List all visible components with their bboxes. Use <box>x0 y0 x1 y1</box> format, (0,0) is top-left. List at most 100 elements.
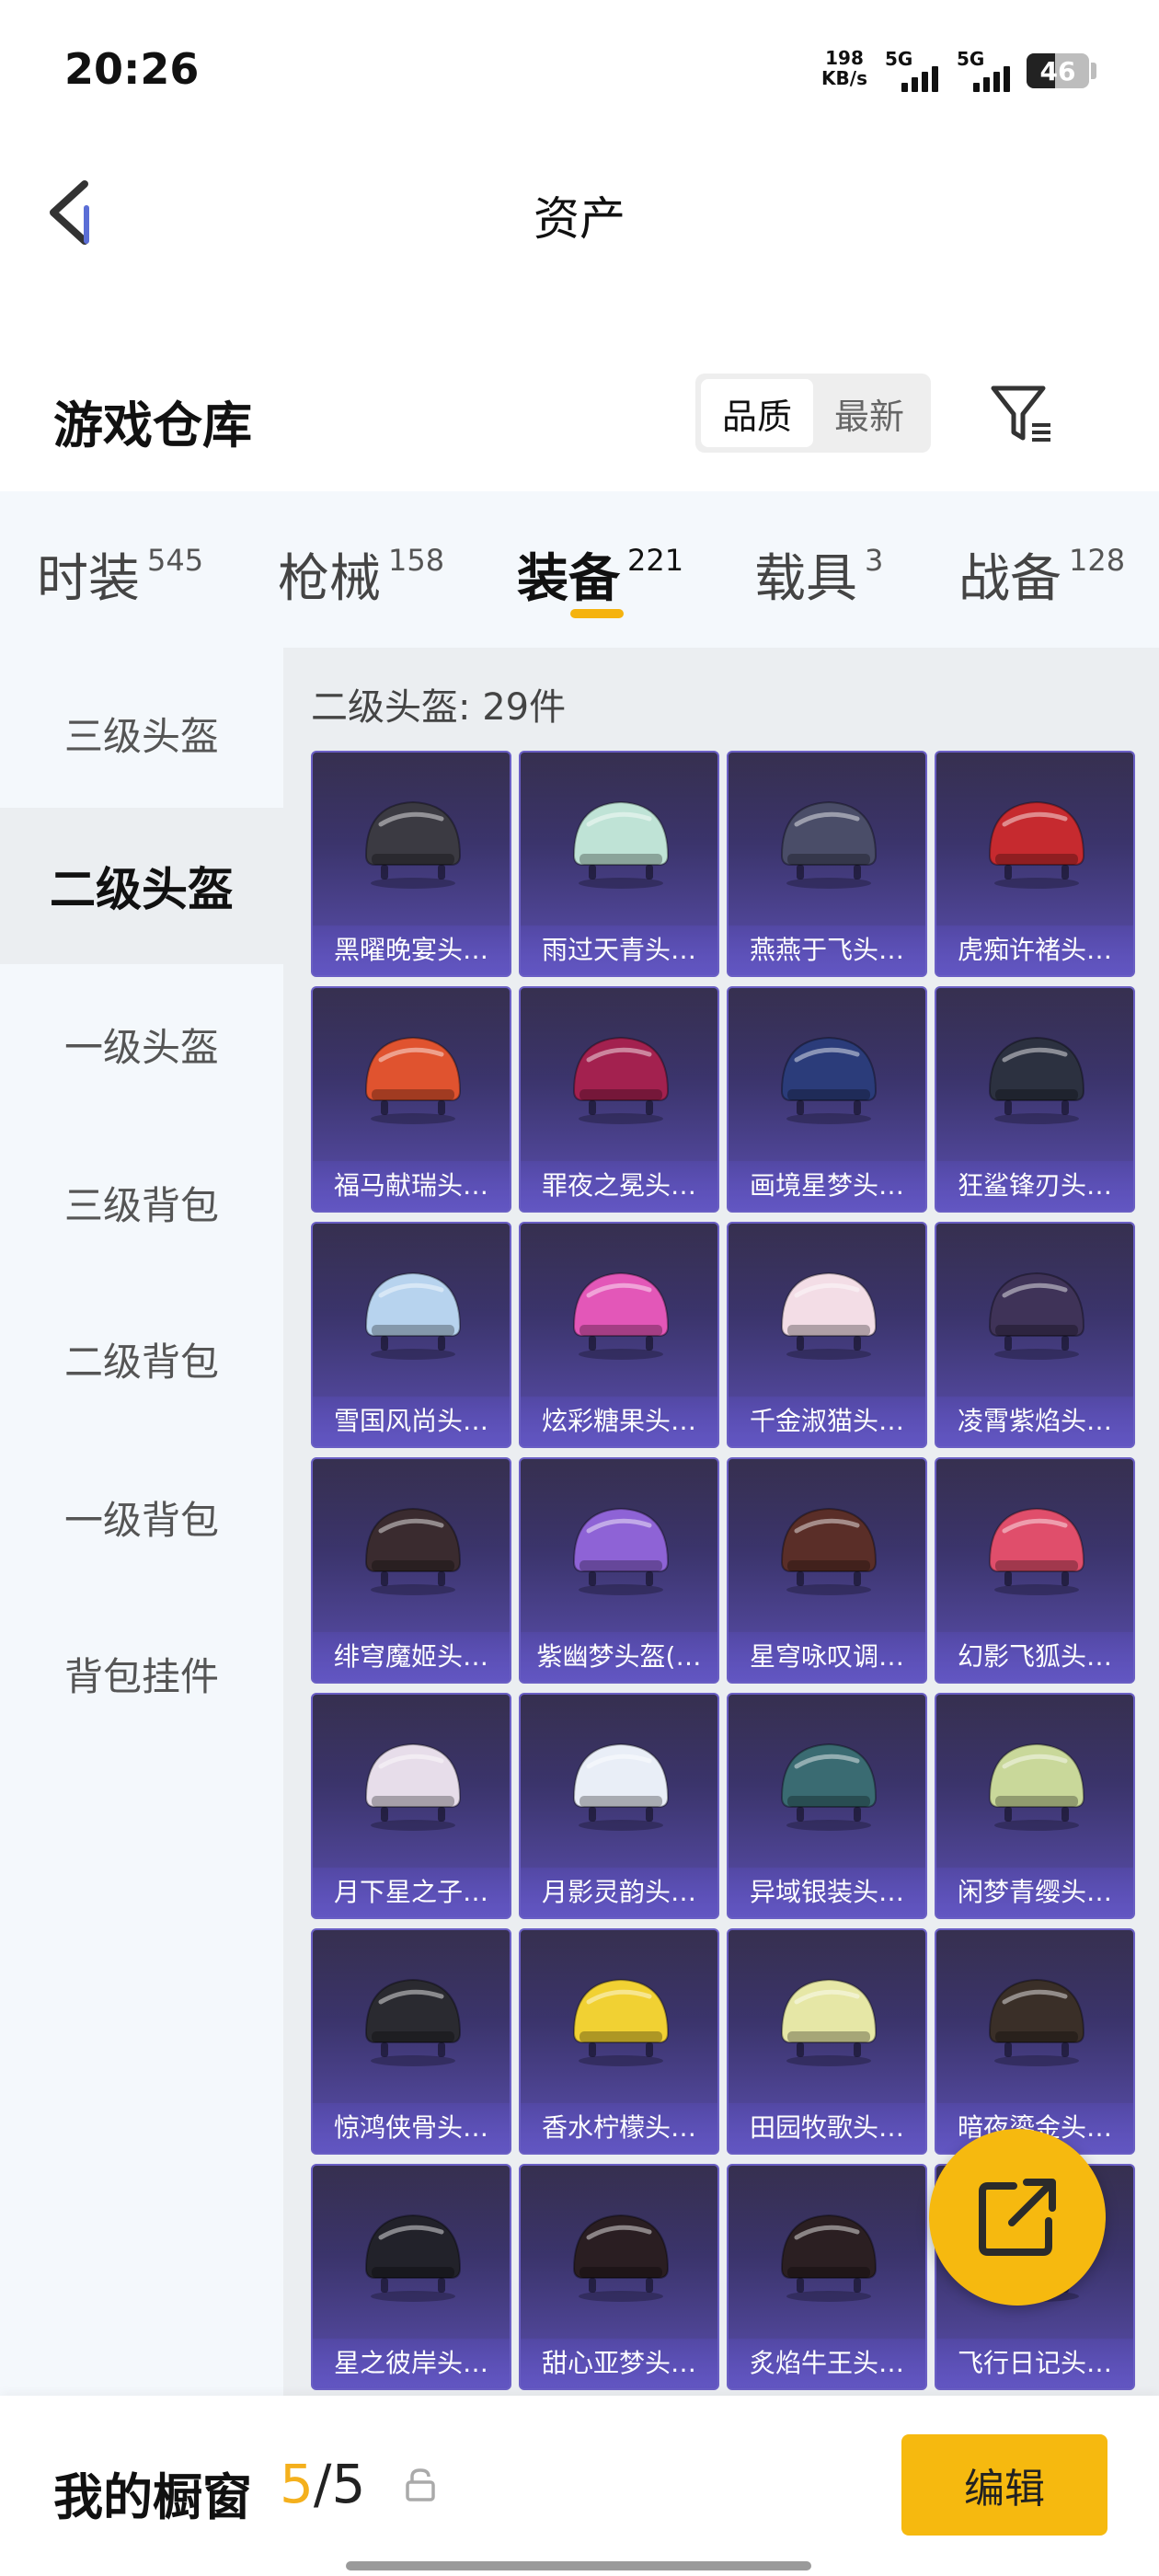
tab-count: 128 <box>1069 543 1126 578</box>
helmet-item-card[interactable]: 甜心亚梦头… <box>519 2164 719 2390</box>
helmet-icon <box>364 1978 462 2066</box>
helmet-icon <box>780 1742 878 1831</box>
sort-option-quality[interactable]: 品质 <box>701 379 813 447</box>
filter-button[interactable] <box>984 377 1058 451</box>
tab-weapons[interactable]: 枪械 158 <box>278 537 444 612</box>
item-name: 炫彩糖果头… <box>521 1397 717 1446</box>
filter-icon <box>991 385 1050 442</box>
tab-label: 枪械 <box>278 549 381 609</box>
item-name: 甜心亚梦头… <box>521 2339 717 2388</box>
helmet-item-card[interactable]: 绯穹魔姬头… <box>311 1457 511 1684</box>
item-name: 雪国风尚头… <box>313 1397 510 1446</box>
helmet-item-card[interactable]: 虎痴许褚头… <box>935 751 1135 977</box>
home-indicator <box>346 2561 811 2570</box>
tab-equipment[interactable]: 装备 221 <box>517 537 683 612</box>
sort-toggle: 品质 最新 <box>695 374 931 453</box>
tab-count: 545 <box>147 543 204 578</box>
helmet-icon <box>364 1036 462 1124</box>
network-speed-unit: KB/s <box>821 67 867 89</box>
sidebar-item-lv3-helmet[interactable]: 三级头盔 <box>0 655 283 811</box>
sidebar-item-backpack-charm[interactable]: 背包挂件 <box>0 1595 283 1752</box>
helmet-icon <box>364 1507 462 1595</box>
item-name: 炙焰牛王头… <box>729 2339 925 2388</box>
helmet-item-card[interactable]: 雪国风尚头… <box>311 1222 511 1448</box>
item-name: 虎痴许褚头… <box>936 926 1133 975</box>
helmet-icon <box>572 1271 670 1360</box>
helmet-item-card[interactable]: 惊鸿侠骨头… <box>311 1928 511 2155</box>
helmet-item-card[interactable]: 狂鲨锋刃头… <box>935 986 1135 1213</box>
edit-button[interactable]: 编辑 <box>901 2434 1107 2536</box>
helmet-item-card[interactable]: 异域银装头… <box>727 1693 927 1919</box>
helmet-item-card[interactable]: 福马献瑞头… <box>311 986 511 1213</box>
helmet-icon <box>988 1742 1085 1831</box>
tab-label: 载具 <box>754 549 857 609</box>
item-name: 闲梦青缨头… <box>936 1868 1133 1917</box>
item-name: 幻影飞狐头… <box>936 1632 1133 1682</box>
helmet-icon <box>364 1742 462 1831</box>
tab-fashion[interactable]: 时装 545 <box>37 537 203 612</box>
helmet-icon <box>988 800 1085 889</box>
category-tabs: 时装 545 枪械 158 装备 221 载具 3 战备 128 <box>0 491 1159 648</box>
helmet-item-card[interactable]: 月影灵韵头… <box>519 1693 719 1919</box>
item-name: 飞行日记头… <box>936 2339 1133 2388</box>
helmet-item-card[interactable]: 紫幽梦头盔(… <box>519 1457 719 1684</box>
helmet-item-card[interactable]: 星穹咏叹调… <box>727 1457 927 1684</box>
item-name: 星穹咏叹调… <box>729 1632 925 1682</box>
item-name: 惊鸿侠骨头… <box>313 2103 510 2153</box>
helmet-item-card[interactable]: 星之彼岸头… <box>311 2164 511 2390</box>
helmet-item-card[interactable]: 千金淑猫头… <box>727 1222 927 1448</box>
helmet-icon <box>364 800 462 889</box>
sidebar-item-lv1-helmet[interactable]: 一级头盔 <box>0 966 283 1122</box>
sidebar-item-lv1-backpack[interactable]: 一级背包 <box>0 1439 283 1595</box>
tab-label: 装备 <box>517 549 620 609</box>
showcase-label: 我的橱窗 <box>53 2468 252 2526</box>
helmet-icon <box>780 1978 878 2066</box>
item-name: 千金淑猫头… <box>729 1397 925 1446</box>
sidebar-item-lv3-backpack[interactable]: 三级背包 <box>0 1124 283 1281</box>
tab-vehicles[interactable]: 载具 3 <box>754 537 883 612</box>
share-button[interactable] <box>929 2129 1106 2306</box>
showcase-bar: 我的橱窗 5/5 编辑 <box>0 2396 1159 2576</box>
battery-percent: 46 <box>1039 56 1076 86</box>
lock-icon <box>406 2468 435 2501</box>
sidebar-item-lv2-helmet[interactable]: 二级头盔 <box>0 808 283 964</box>
sort-option-newest[interactable]: 最新 <box>813 379 925 447</box>
network-speed: 198 KB/s <box>817 48 872 88</box>
showcase-current: 5 <box>280 2453 314 2515</box>
item-name: 星之彼岸头… <box>313 2339 510 2388</box>
item-name: 异域银装头… <box>729 1868 925 1917</box>
helmet-item-card[interactable]: 闲梦青缨头… <box>935 1693 1135 1919</box>
helmet-icon <box>572 2214 670 2302</box>
helmet-item-card[interactable]: 炫彩糖果头… <box>519 1222 719 1448</box>
item-name: 紫幽梦头盔(… <box>521 1632 717 1682</box>
helmet-icon <box>572 1036 670 1124</box>
sidebar-item-lv2-backpack[interactable]: 二级背包 <box>0 1281 283 1437</box>
helmet-item-card[interactable]: 罪夜之冕头… <box>519 986 719 1213</box>
item-name: 月影灵韵头… <box>521 1868 717 1917</box>
item-name: 燕燕于飞头… <box>729 926 925 975</box>
helmet-item-card[interactable]: 燕燕于飞头… <box>727 751 927 977</box>
item-name: 凌霄紫焰头… <box>936 1397 1133 1446</box>
helmet-item-card[interactable]: 香水柠檬头… <box>519 1928 719 2155</box>
tab-count: 3 <box>865 543 884 578</box>
helmet-item-card[interactable]: 画境星梦头… <box>727 986 927 1213</box>
tab-count: 158 <box>388 543 445 578</box>
helmet-item-card[interactable]: 暗夜鎏金头… <box>935 1928 1135 2155</box>
helmet-item-card[interactable]: 凌霄紫焰头… <box>935 1222 1135 1448</box>
helmet-item-card[interactable]: 黑曜晚宴头… <box>311 751 511 977</box>
item-name: 绯穹魔姬头… <box>313 1632 510 1682</box>
helmet-icon <box>780 1507 878 1595</box>
showcase-total: /5 <box>313 2453 366 2515</box>
item-name: 狂鲨锋刃头… <box>936 1161 1133 1211</box>
item-name: 月下星之子… <box>313 1868 510 1917</box>
item-name: 香水柠檬头… <box>521 2103 717 2153</box>
helmet-item-card[interactable]: 雨过天青头… <box>519 751 719 977</box>
helmet-item-card[interactable]: 炙焰牛王头… <box>727 2164 927 2390</box>
helmet-icon <box>572 1507 670 1595</box>
helmet-item-card[interactable]: 幻影飞狐头… <box>935 1457 1135 1684</box>
tab-supplies[interactable]: 战备 128 <box>958 537 1125 612</box>
helmet-icon <box>780 1036 878 1124</box>
helmet-item-card[interactable]: 月下星之子… <box>311 1693 511 1919</box>
tab-count: 221 <box>627 543 684 578</box>
helmet-item-card[interactable]: 田园牧歌头… <box>727 1928 927 2155</box>
